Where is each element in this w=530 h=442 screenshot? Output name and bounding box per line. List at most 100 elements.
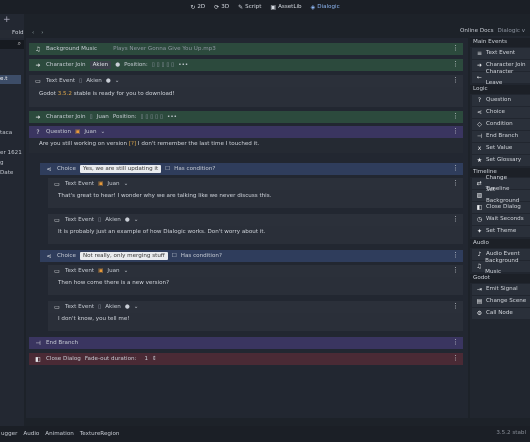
event-question[interactable]: ? Question ▣ Juan ⌄ ⋮ [29, 126, 463, 138]
chevron-left-icon[interactable]: ‹ [32, 30, 34, 36]
event-background-music[interactable]: ♫ Background Music Plays Never Gonna Giv… [29, 43, 463, 55]
stepper-icon[interactable]: ⇕ [152, 356, 157, 362]
file-item[interactable]: g [0, 160, 4, 166]
checkbox[interactable]: ☐ [165, 166, 170, 172]
character-name[interactable]: Akien [86, 78, 102, 84]
event-text[interactable]: ▭ Text Event ▯ Akien ● ⌄ ⋮ [48, 214, 463, 226]
event-choice[interactable]: ⋖ Choice Yes, we are still updating it ☐… [40, 163, 463, 175]
text-body[interactable]: I don't know, you tell me! [48, 313, 463, 331]
menu-icon[interactable]: ⋮ [452, 179, 459, 187]
character-name[interactable]: Akien [105, 217, 121, 223]
event-text[interactable]: ▭ Text Event ▯ Akien ● ⌄ ⋮ [48, 301, 463, 313]
portrait-icon[interactable]: ● [125, 217, 130, 223]
character-icon: ▯ [79, 78, 83, 84]
menu-icon[interactable]: ⋮ [452, 215, 459, 223]
position-selector[interactable]: ▯ ▯ ▯ ▯ ▯ [152, 62, 175, 68]
mode-assetlib-button[interactable]: ▣ AssetLib [270, 4, 301, 11]
text-body[interactable]: Then how come there is a new version? [48, 277, 463, 295]
chevron-down-icon[interactable]: ⌄ [124, 268, 129, 274]
filter-row[interactable]: Fold [0, 30, 24, 38]
mode-3d-button[interactable]: ⟳ 3D [214, 4, 229, 11]
menu-icon[interactable]: ⋮ [452, 60, 459, 68]
palette-item-set-glossary[interactable]: ★ Set Glossary [472, 155, 530, 166]
menu-icon[interactable]: ⋮ [452, 76, 459, 84]
palette-item-choice[interactable]: ⋖ Choice [472, 107, 530, 118]
choice-text-input[interactable]: Yes, we are still updating it [79, 165, 162, 173]
character-name[interactable]: Juan [107, 181, 119, 187]
chevron-down-icon[interactable]: ⌄ [124, 181, 129, 187]
palette-item-condition[interactable]: ◇ Condition [472, 119, 530, 130]
choice-text-input[interactable]: Not really, only merging stuff [79, 252, 168, 260]
palette-item-wait-seconds[interactable]: ◷ Wait Seconds [472, 214, 530, 225]
menu-icon[interactable]: ⋮ [452, 302, 459, 310]
event-character-join[interactable]: ➜ Character Join Akien ● Position: ▯ ▯ ▯… [29, 59, 463, 71]
event-text[interactable]: ▭ Text Event ▯ Akien ● ⌄ ⋮ [29, 75, 463, 87]
palette-item-set-theme[interactable]: ✦ Set Theme [472, 226, 530, 237]
character-name[interactable]: Akien [105, 304, 121, 310]
event-character-join[interactable]: ➜ Character Join ▯ Juan Position: ▯ ▯ ▯ … [29, 111, 463, 123]
menu-icon[interactable]: ⋮ [452, 164, 459, 172]
menu-icon[interactable]: ⋮ [452, 44, 459, 52]
event-choice[interactable]: ⋖ Choice Not really, only merging stuff … [40, 250, 463, 262]
palette-item-emit-signal[interactable]: ⇥ Emit Signal [472, 284, 530, 295]
text-body[interactable]: That's great to hear! I wonder why we ar… [48, 190, 463, 208]
event-end-branch[interactable]: ⊣ End Branch ⋮ [29, 337, 463, 349]
mode-2d-button[interactable]: ↻ 2D [190, 4, 205, 11]
question-body[interactable]: Are you still working on version [?] I d… [29, 138, 463, 153]
menu-icon[interactable]: ⋮ [452, 127, 459, 135]
tab-animation[interactable]: Animation [45, 431, 74, 437]
palette-item-set-background[interactable]: ▨ Set Background [472, 187, 530, 204]
character-name[interactable]: Juan [97, 114, 109, 120]
menu-icon[interactable]: ⋮ [452, 112, 459, 120]
character-select[interactable]: Akien [89, 61, 112, 69]
character-name[interactable]: Juan [107, 268, 119, 274]
palette-item-call-node[interactable]: ⚙ Call Node [472, 308, 530, 319]
palette-item-text-event[interactable]: ≡ Text Event [472, 48, 530, 59]
search-input[interactable]: ⌕ [0, 40, 24, 49]
text-body[interactable]: It is probably just an example of how Di… [48, 226, 463, 244]
file-item[interactable]: Date [0, 170, 13, 176]
menu-icon[interactable]: ⋮ [452, 266, 459, 274]
chevron-down-icon[interactable]: ⌄ [101, 129, 106, 135]
event-text[interactable]: ▭ Text Event ▣ Juan ⌄ ⋮ [48, 178, 463, 190]
palette-item-question[interactable]: ? Question [472, 95, 530, 106]
portrait-icon[interactable]: ● [106, 78, 111, 84]
tab-textureregion[interactable]: TextureRegion [80, 431, 120, 437]
more-icon[interactable]: ••• [178, 62, 188, 68]
change-scene-icon: ▤ [476, 298, 483, 305]
checkbox[interactable]: ☐ [172, 253, 177, 259]
palette-item-change-scene[interactable]: ▤ Change Scene [472, 296, 530, 307]
chevron-down-icon[interactable]: ⌄ [134, 217, 139, 223]
palette-item-end-branch[interactable]: ⊣ End Branch [472, 131, 530, 142]
palette-item-background-music[interactable]: ♫ Background Music [472, 258, 530, 275]
mode-script-button[interactable]: ✎ Script [238, 4, 261, 11]
portrait-icon[interactable]: ● [125, 304, 130, 310]
chevron-down-icon[interactable]: ⌄ [134, 304, 139, 310]
online-docs-link[interactable]: Online Docs [460, 28, 494, 34]
event-text[interactable]: ▭ Text Event ▣ Juan ⌄ ⋮ [48, 265, 463, 277]
tab-debugger[interactable]: ugger [1, 431, 17, 437]
character-name[interactable]: Juan [84, 129, 96, 135]
palette-item-character-leave[interactable]: ← Character Leave [472, 69, 530, 86]
file-item-selected[interactable]: e.t [0, 75, 21, 84]
palette-item-label: Close Dialog [486, 204, 521, 210]
menu-icon[interactable]: ⋮ [452, 354, 459, 362]
event-close-dialog[interactable]: ◧ Close Dialog Fade-out duration: 1 ⇕ ⋮ [29, 353, 463, 365]
more-icon[interactable]: ••• [167, 114, 177, 120]
mode-dialogic-button[interactable]: ◈ Dialogic [311, 4, 340, 11]
fade-duration-input[interactable]: 1 [144, 356, 148, 362]
position-selector[interactable]: ▯ ▯ ▯ ▯ ▯ [141, 114, 164, 120]
add-icon[interactable]: + [3, 15, 11, 25]
chevron-right-icon[interactable]: › [41, 30, 43, 36]
tab-audio[interactable]: Audio [23, 431, 39, 437]
character-icon: ▣ [75, 129, 81, 135]
file-item[interactable]: er 1621 [0, 150, 22, 156]
chevron-down-icon[interactable]: ⌄ [115, 78, 120, 84]
text-body[interactable]: Godot 3.5.2 stable is ready for you to d… [29, 87, 463, 107]
palette-item-set-value[interactable]: x Set Value [472, 143, 530, 154]
menu-icon[interactable]: ⋮ [452, 251, 459, 259]
file-item[interactable]: taca [0, 130, 12, 136]
set-theme-icon: ✦ [476, 228, 483, 235]
portrait-icon[interactable]: ● [115, 62, 120, 68]
menu-icon[interactable]: ⋮ [452, 338, 459, 346]
